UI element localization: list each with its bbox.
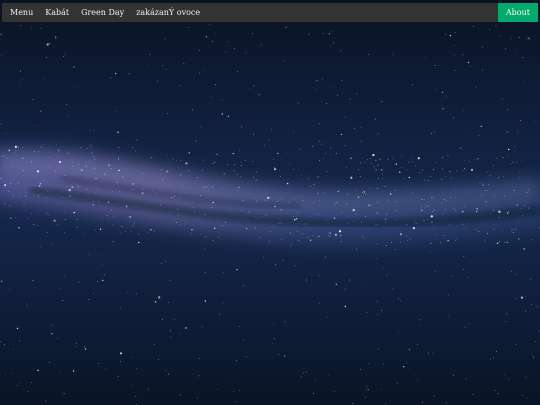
nav-link-menu[interactable]: Menu [2, 3, 39, 22]
page: Menu Kabát Green Day zakázanÝ ovoce Abou… [0, 0, 540, 405]
top-navbar: Menu Kabát Green Day zakázanÝ ovoce Abou… [2, 3, 538, 22]
nav-link-green-day[interactable]: Green Day [75, 3, 130, 22]
nav-about-button[interactable]: About [497, 3, 538, 22]
milky-way-background-image [0, 0, 540, 405]
nav-link-kabat[interactable]: Kabát [39, 3, 75, 22]
nav-link-zakazane-ovoce[interactable]: zakázanÝ ovoce [130, 3, 206, 22]
